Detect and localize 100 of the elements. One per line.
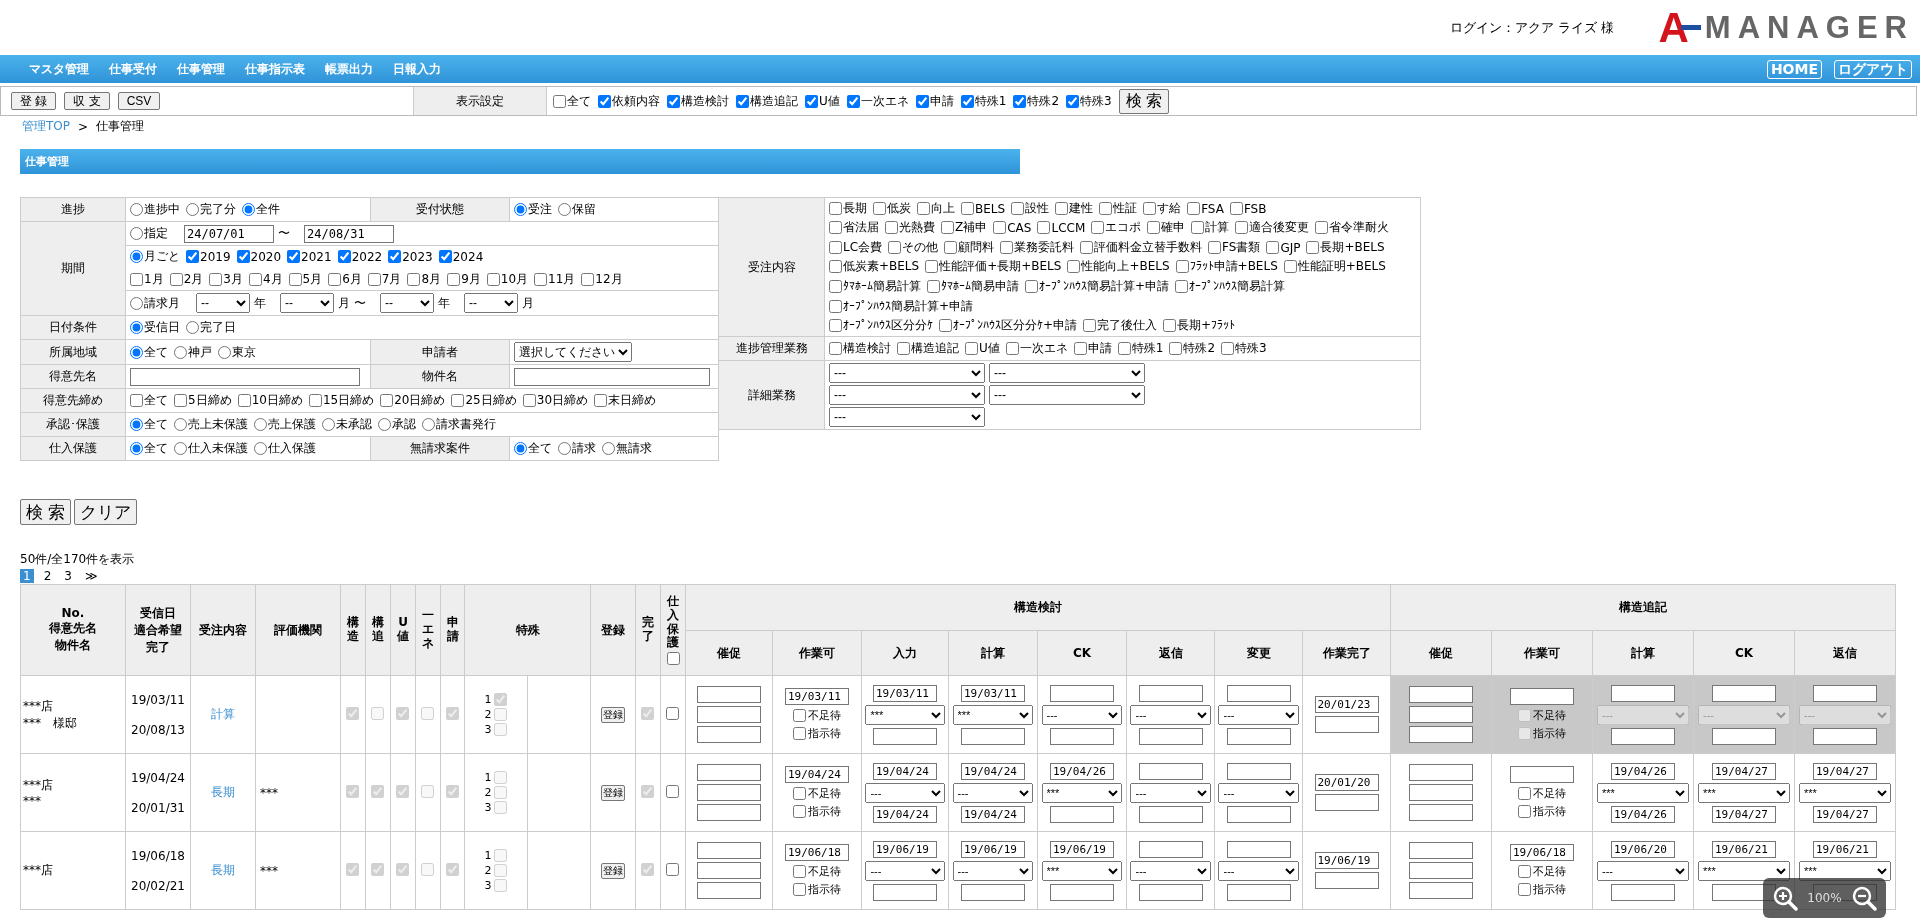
checkbox-label[interactable]: 特殊1 [974, 92, 1007, 110]
dropdown[interactable]: --- [1130, 704, 1211, 725]
radio-label[interactable]: 受注 [528, 201, 552, 218]
checkbox-label[interactable]: 30日締め [536, 392, 589, 409]
checkbox-label[interactable]: CAS [1007, 220, 1032, 235]
radio-label[interactable]: 進捗中 [144, 201, 180, 218]
text-field[interactable]: 19/06/21 [1813, 840, 1877, 858]
dropdown[interactable]: --- [989, 385, 1145, 405]
text-field[interactable]: 19/04/26 [1050, 762, 1114, 780]
checkbox-label[interactable]: ｵｰﾌﾟﾝﾊｳｽ簡易計算 [1189, 278, 1286, 295]
checkbox-label[interactable]: 全て [567, 92, 591, 110]
checkbox-label[interactable]: 10日締め [251, 392, 303, 409]
checkbox-label[interactable]: 省令準耐火 [1329, 219, 1390, 236]
checkbox-label[interactable]: 8月 [421, 271, 442, 288]
dropdown[interactable]: *** [1041, 860, 1123, 881]
checkbox-label[interactable]: エコポ [1105, 219, 1142, 236]
checkbox-label[interactable]: 性証 [1113, 200, 1138, 217]
checkbox-label[interactable]: 2019 [200, 249, 231, 264]
checkbox-label[interactable]: 適合後変更 [1249, 219, 1310, 236]
register-button[interactable]: 登録 [601, 862, 625, 879]
text-field[interactable]: 19/04/26 [1611, 805, 1675, 823]
dropdown[interactable]: *** [1799, 860, 1891, 881]
checkbox-label[interactable]: 9月 [461, 271, 481, 288]
text-field[interactable]: 19/06/19 [1314, 852, 1379, 869]
radio-label[interactable]: 完了日 [200, 319, 236, 336]
checkbox-label[interactable]: 計算 [1205, 219, 1230, 236]
checkbox-label[interactable]: 長期 [843, 200, 867, 217]
checkbox-label[interactable]: 1月 [144, 271, 164, 288]
checkbox-label[interactable]: 依頼内容 [612, 92, 660, 110]
checkbox-label[interactable]: 構造検討 [843, 340, 891, 357]
checkbox-label[interactable]: ｵｰﾌﾟﾝﾊｳｽ簡易計算+申請 [1039, 278, 1170, 295]
text-field[interactable]: 19/04/27 [1712, 805, 1776, 823]
text-field[interactable]: 19/06/19 [961, 840, 1025, 858]
radio-label[interactable]: 売上未保護 [188, 416, 248, 433]
radio-label[interactable]: 請求月 [144, 294, 180, 312]
search-button[interactable]: 検 索 [1118, 88, 1170, 114]
dropdown[interactable]: --- [1218, 860, 1299, 881]
dropdown[interactable]: --- [952, 782, 1034, 803]
checkbox-label[interactable]: 業務委託料 [1014, 239, 1075, 256]
radio-label[interactable]: 全て [144, 416, 168, 433]
checkbox-label[interactable]: 5日締め [188, 392, 232, 409]
checkbox-label[interactable]: 長期+BELS [1320, 239, 1385, 256]
checkbox-label[interactable]: ﾀﾏﾎｰﾑ簡易計算 [843, 278, 921, 295]
checkbox-label[interactable]: U値 [979, 340, 1000, 357]
checkbox-label[interactable]: 不足待 [808, 708, 841, 723]
checkbox-label[interactable]: 20日締め [394, 392, 446, 409]
dropdown[interactable]: --- [1218, 704, 1299, 725]
radio-label[interactable]: 神戸 [188, 343, 212, 361]
radio-label[interactable]: 全件 [256, 201, 280, 218]
checkbox-label[interactable]: 性能証明+BELS [1297, 258, 1386, 275]
checkbox-label[interactable]: ｵｰﾌﾟﾝﾊｳｽ簡易計算+申請 [843, 298, 974, 315]
checkbox-label[interactable]: 末日締め [608, 392, 657, 409]
text-field[interactable]: 19/04/26 [1611, 762, 1675, 780]
dropdown[interactable]: -- [280, 293, 334, 313]
order-link[interactable]: 長期 [211, 785, 235, 799]
checkbox-label[interactable]: ﾌﾗｯﾄ申請+BELS [1189, 258, 1278, 275]
page-link[interactable]: 2 [40, 569, 55, 583]
dropdown[interactable]: --- [829, 363, 985, 383]
checkbox-label[interactable]: 不足待 [1533, 786, 1566, 801]
dropdown[interactable]: *** [1698, 782, 1790, 803]
checkbox-label[interactable]: す給 [1157, 200, 1182, 217]
page-link[interactable]: ≫ [81, 569, 101, 583]
checkbox-label[interactable]: 低炭 [887, 200, 911, 217]
checkbox-label[interactable]: 25日締め [465, 392, 517, 409]
dropdown[interactable]: --- [952, 860, 1034, 881]
checkbox-label[interactable]: 特殊2 [1183, 340, 1216, 357]
action-button[interactable]: クリア [73, 499, 137, 525]
radio-label[interactable]: 月ごと [144, 248, 180, 265]
text-field[interactable]: 19/03/11 [785, 688, 849, 705]
checkbox-label[interactable]: ｵｰﾌﾟﾝﾊｳｽ区分分ｹ [843, 317, 933, 334]
dropdown[interactable]: -- [196, 293, 250, 313]
text-field[interactable]: 20/01/23 [1314, 696, 1379, 713]
checkbox-label[interactable]: GJP [1280, 240, 1301, 255]
checkbox-label[interactable]: 一次エネ [1019, 340, 1068, 357]
order-link[interactable]: 長期 [211, 863, 235, 877]
text-field[interactable]: 19/04/24 [961, 805, 1025, 823]
checkbox-label[interactable]: 6月 [342, 271, 362, 288]
checkbox-label[interactable]: 3月 [223, 271, 243, 288]
checkbox-label[interactable]: 指示待 [808, 726, 841, 741]
radio-label[interactable]: 請求 [572, 440, 596, 457]
radio-label[interactable]: 指定 [144, 225, 168, 242]
text-field[interactable]: 19/04/27 [1813, 762, 1877, 780]
checkbox-label[interactable]: FSA [1201, 201, 1224, 216]
dropdown[interactable]: 選択してください [514, 342, 632, 362]
checkbox-label[interactable]: 2020 [250, 249, 282, 264]
checkbox-label[interactable]: FS書類 [1222, 239, 1261, 256]
dropdown[interactable]: --- [1218, 782, 1299, 803]
register-button[interactable]: 登録 [601, 706, 625, 723]
radio-label[interactable]: 売上保護 [268, 416, 316, 433]
toolbar-button[interactable]: 登 録 [11, 92, 57, 110]
date-field[interactable]: 24/07/01 [184, 224, 274, 243]
checkbox-label[interactable]: 確申 [1161, 219, 1186, 236]
checkbox-label[interactable]: 2024 [452, 249, 484, 264]
radio-label[interactable]: 仕入保護 [268, 440, 316, 457]
checkbox-label[interactable]: 7月 [381, 271, 402, 288]
breadcrumb-link[interactable]: 管理TOP [22, 118, 70, 135]
checkbox-label[interactable]: Z補申 [955, 219, 988, 236]
text-field[interactable]: 19/06/21 [1712, 840, 1776, 858]
checkbox-label[interactable]: 2月 [183, 271, 204, 288]
text-field[interactable]: 19/03/11 [961, 684, 1025, 702]
